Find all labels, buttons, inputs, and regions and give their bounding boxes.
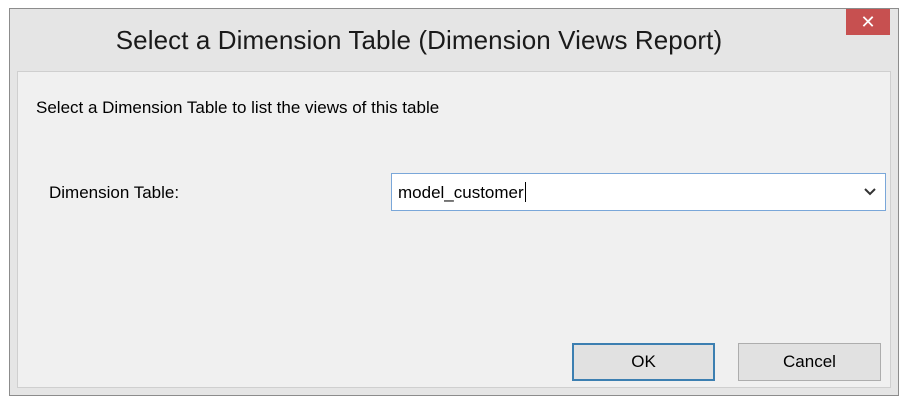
instruction-text: Select a Dimension Table to list the vie… — [36, 98, 440, 117]
dimension-table-value: model_customer — [398, 183, 524, 202]
dialog-window: Select a Dimension Table (Dimension View… — [9, 8, 899, 396]
dialog-title: Select a Dimension Table (Dimension View… — [115, 25, 723, 55]
chevron-down-icon[interactable] — [863, 186, 877, 198]
title-bar[interactable]: Select a Dimension Table (Dimension View… — [10, 9, 898, 71]
ok-button[interactable]: OK — [572, 343, 715, 381]
close-icon: ✕ — [860, 12, 876, 32]
dimension-table-input[interactable]: model_customer — [398, 182, 526, 203]
close-button[interactable]: ✕ — [846, 9, 890, 35]
dialog-body: Select a Dimension Table to list the vie… — [17, 71, 891, 388]
text-caret — [524, 182, 526, 202]
dimension-table-combobox[interactable]: model_customer — [391, 173, 886, 211]
dimension-table-label: Dimension Table: — [49, 183, 180, 202]
cancel-button[interactable]: Cancel — [738, 343, 881, 381]
